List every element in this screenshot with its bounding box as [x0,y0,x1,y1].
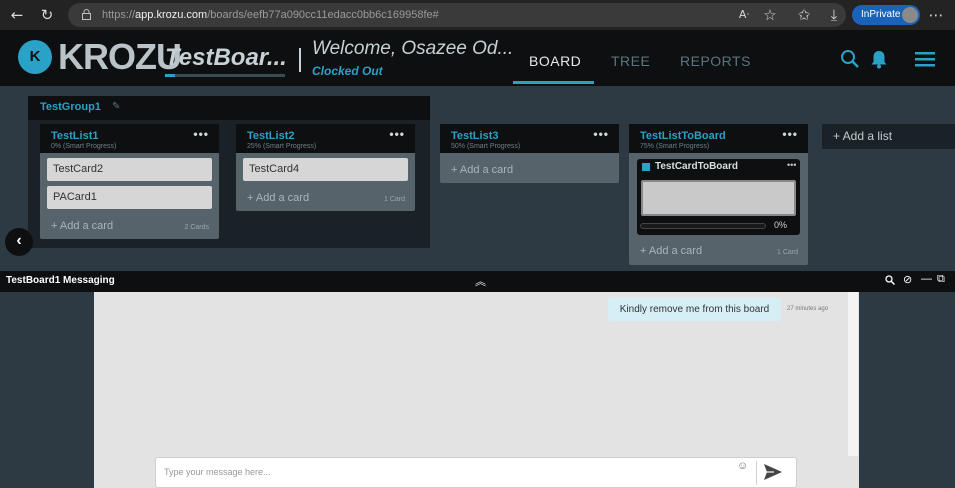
edit-icon[interactable]: ✎ [112,101,120,112]
search-icon[interactable] [840,49,860,69]
card[interactable]: TestCard2 [47,158,212,181]
more-icon[interactable]: ⋯ [926,6,946,24]
logo-text[interactable]: KROZU [58,36,182,78]
list-progress: 50% (Smart Progress) [451,143,521,150]
logo-mark[interactable]: K [18,40,52,74]
group-title[interactable]: TestGroup1 [40,101,101,113]
list-title[interactable]: TestListToBoard [640,130,726,142]
list-progress: 75% (Smart Progress) [640,143,710,150]
read-aloud-icon[interactable]: Aᐧ [734,6,754,24]
list-testlist3: TestList3 50% (Smart Progress) ••• + Add… [440,124,619,183]
refresh-icon[interactable]: ↻ [37,6,57,24]
composer-divider [756,461,757,485]
welcome-text: Welcome, Osazee Od... [312,38,514,59]
card-progress-label: 0% [774,220,788,230]
message-bubble: Kindly remove me from this board [608,298,781,321]
url-text: https://app.krozu.com/boards/eefb77a090c… [102,9,439,21]
menu-icon[interactable] [915,51,935,67]
card-count: 2 Cards [184,224,209,231]
list-testlist2: TestList2 25% (Smart Progress) ••• TestC… [236,124,415,211]
card-count: 1 Card [776,249,798,256]
list-title[interactable]: TestList3 [451,130,498,142]
downloads-icon[interactable]: ⤓ [824,6,844,24]
message-composer [155,457,797,488]
profile-avatar [902,7,918,23]
add-card-button[interactable]: + Add a card [247,192,309,204]
message-scrollbar[interactable] [848,292,858,456]
card-cover-image [641,180,796,216]
message-timestamp: 27 minutes ago [787,306,829,312]
favorites-icon[interactable]: ✩ [794,6,814,24]
card[interactable]: PACard1 [47,186,212,209]
add-card-button[interactable]: + Add a card [451,164,513,176]
add-card-button[interactable]: + Add a card [51,220,113,232]
card-type-icon [642,163,650,171]
list-menu-icon[interactable]: ••• [193,127,209,141]
collapse-icon[interactable]: ︽ [475,273,486,289]
attachment-icon[interactable]: ⊘ [903,273,912,286]
list-testlist1: TestList1 0% (Smart Progress) ••• TestCa… [40,124,219,239]
card-menu-icon[interactable]: ••• [787,160,796,170]
list-title[interactable]: TestList2 [247,130,294,142]
card-progress-bar [640,223,766,229]
card-count: 1 Card [383,196,405,203]
list-title[interactable]: TestList1 [51,130,98,142]
emoji-icon[interactable]: ☺ [737,460,748,472]
active-tab-indicator [513,81,594,84]
list-progress: 0% (Smart Progress) [51,143,117,150]
messaging-title: TestBoard1 Messaging [6,275,115,286]
add-list-button[interactable]: + Add a list [822,124,955,149]
inprivate-badge[interactable]: InPrivate [852,5,920,25]
favorite-add-icon[interactable]: ☆ [760,6,780,24]
tab-board[interactable]: BOARD [529,53,581,69]
back-icon[interactable]: ← [7,6,27,24]
header-divider [299,48,301,72]
send-icon[interactable] [763,463,783,481]
add-card-button[interactable]: + Add a card [640,245,702,257]
tab-reports[interactable]: REPORTS [680,53,751,69]
tab-tree[interactable]: TREE [611,53,650,69]
list-progress: 25% (Smart Progress) [247,143,317,150]
popout-icon[interactable]: ⧉ [937,273,945,286]
board-progress-bar [165,74,285,77]
list-menu-icon[interactable]: ••• [389,127,405,141]
search-icon[interactable] [885,275,895,285]
card[interactable]: TestCard4 [243,158,408,181]
chevron-left-icon: ‹ [16,232,22,249]
minimize-icon[interactable]: — [921,273,932,285]
bell-icon[interactable] [870,49,888,69]
message-input[interactable] [164,462,724,482]
list-menu-icon[interactable]: ••• [593,127,609,141]
list-menu-icon[interactable]: ••• [782,127,798,141]
lock-icon [82,9,91,20]
rich-card-title[interactable]: TestCardToBoard [655,161,738,172]
board-title[interactable]: TestBoar... [165,44,287,72]
address-bar[interactable]: https://app.krozu.com/boards/eefb77a090c… [68,3,846,27]
clock-status[interactable]: Clocked Out [312,64,383,78]
scroll-left-button[interactable]: ‹ [5,228,33,256]
